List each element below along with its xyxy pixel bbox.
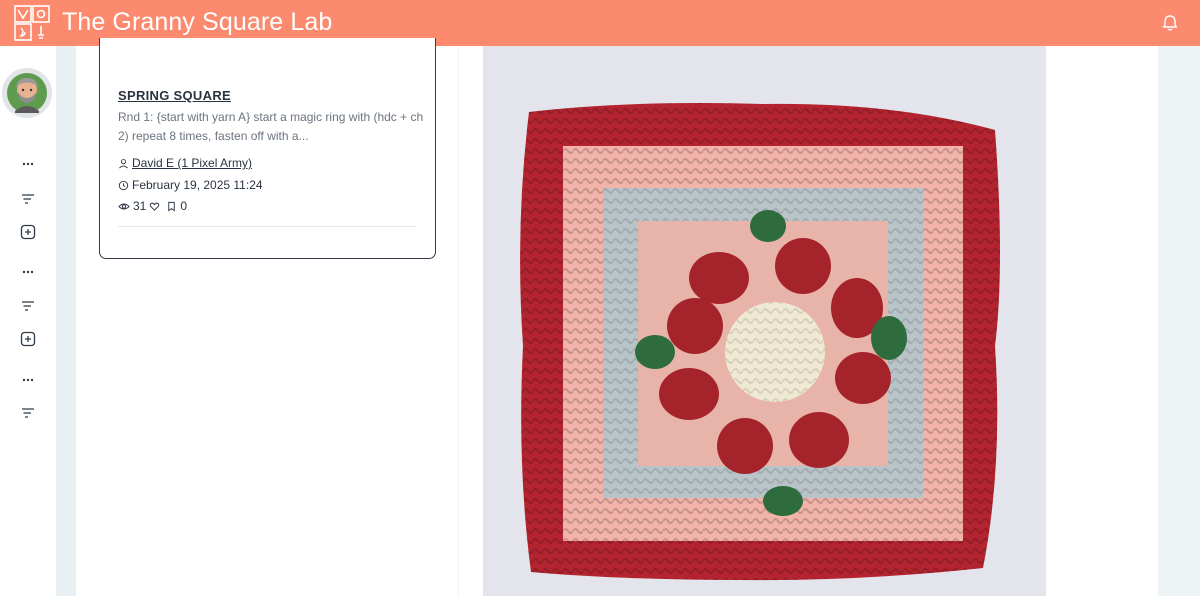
eye-icon (118, 203, 130, 209)
sort-lines-icon (22, 194, 34, 204)
column-gutter (458, 46, 483, 596)
more-options-button[interactable] (18, 370, 38, 390)
bookmark-icon[interactable] (166, 201, 177, 212)
sort-button[interactable] (18, 296, 38, 316)
post-author-link[interactable]: David E (1 Pixel Army) (132, 156, 252, 170)
add-button[interactable] (18, 329, 38, 349)
post-author-row: David E (1 Pixel Army) (118, 156, 252, 170)
granny-square-lab-logo[interactable] (14, 5, 50, 41)
post-date-row: February 19, 2025 11:24 (118, 178, 263, 192)
user-avatar[interactable] (2, 68, 52, 118)
post-date: February 19, 2025 11:24 (132, 178, 263, 192)
user-icon (119, 158, 128, 168)
sidebar-divider (56, 46, 76, 596)
bell-icon[interactable] (1160, 13, 1180, 33)
sort-lines-icon (22, 301, 34, 311)
card-divider (118, 226, 416, 227)
right-scroll-gutter (1158, 46, 1200, 596)
post-description: Rnd 1: {start with yarn A} start a magic… (118, 110, 424, 143)
more-options-button[interactable] (18, 154, 38, 174)
left-sidebar (0, 46, 56, 596)
clock-icon (118, 180, 129, 190)
add-square-icon (20, 224, 36, 240)
more-options-button[interactable] (18, 262, 38, 282)
app-title[interactable]: The Granny Square Lab (62, 8, 332, 37)
more-dots-icon (22, 378, 34, 382)
view-count: 31 (133, 199, 147, 213)
sort-button[interactable] (18, 189, 38, 209)
granny-square-image (483, 46, 1046, 596)
save-count: 0 (180, 199, 188, 213)
heart-icon[interactable] (149, 201, 160, 212)
more-dots-icon (22, 270, 34, 274)
right-panel (1046, 46, 1158, 596)
post-title-link[interactable]: SPRING SQUARE (118, 88, 231, 103)
add-square-icon (20, 331, 36, 347)
sort-lines-icon (22, 408, 34, 418)
more-dots-icon (22, 162, 34, 166)
post-stats-row: 31 0 (118, 199, 187, 213)
post-photo[interactable] (483, 46, 1046, 596)
add-button[interactable] (18, 222, 38, 242)
sort-button[interactable] (18, 403, 38, 423)
